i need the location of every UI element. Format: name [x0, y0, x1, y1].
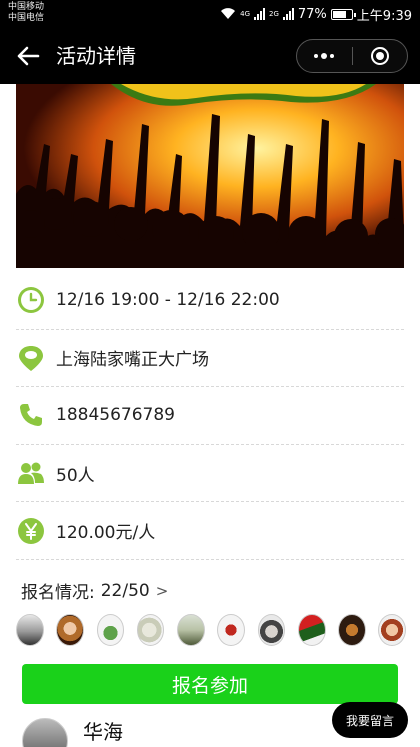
registration-label: 报名情况: [21, 583, 95, 603]
carrier-1: 中国移动 [8, 2, 45, 12]
status-icons: 4G 2G 77% 上午9:39 [220, 5, 412, 24]
commenter-avatar[interactable] [22, 718, 68, 747]
avatar[interactable] [378, 614, 407, 646]
battery-icon [330, 8, 356, 20]
avatar[interactable] [338, 614, 366, 646]
join-event-button[interactable]: 报名参加 [22, 664, 398, 704]
avatar[interactable] [177, 614, 205, 646]
event-price: 120.00元/人 [56, 523, 156, 544]
battery-fill [332, 10, 346, 18]
crowd-silhouette [16, 84, 404, 268]
status-bar: 中国移动 中国电信 4G 2G 77% 上午9:39 [0, 0, 420, 28]
event-time: 12/16 19:00 - 12/16 22:00 [56, 290, 280, 311]
event-location: 上海陆家嘴正大广场 [56, 350, 209, 371]
close-circle-icon [370, 47, 389, 65]
event-location-row[interactable]: 上海陆家嘴正大广场 [16, 330, 404, 388]
close-miniprogram-button[interactable] [353, 40, 408, 72]
event-phone: 18845676789 [56, 405, 175, 426]
commenter-name: 华海 [83, 720, 123, 744]
battery-percent: 77% [297, 6, 327, 22]
avatar[interactable] [56, 614, 84, 646]
carrier-info: 中国移动 中国电信 [8, 2, 44, 24]
signal-icon [254, 8, 265, 20]
event-time-row: 12/16 19:00 - 12/16 22:00 [16, 272, 404, 330]
event-price-row: 120.00元/人 [16, 502, 404, 560]
avatar[interactable] [96, 614, 125, 646]
location-pin-icon [16, 343, 46, 373]
wifi-icon [221, 8, 236, 19]
participant-avatars [16, 614, 407, 646]
avatar[interactable] [16, 614, 44, 646]
network-type-2: 2G [269, 10, 279, 18]
phone-icon [16, 400, 46, 430]
title-bar: 活动详情 [0, 28, 420, 84]
event-details-list: 12/16 19:00 - 12/16 22:00 上海陆家嘴正大广场 1884… [16, 272, 404, 560]
yen-icon [16, 516, 46, 546]
leave-message-button[interactable]: 我要留言 [332, 702, 408, 738]
registration-count: 22/50 [100, 580, 150, 601]
arrow-left-icon [17, 46, 40, 66]
event-people-row: 50人 [16, 445, 404, 503]
carrier-2: 中国电信 [8, 13, 45, 23]
avatar[interactable] [217, 614, 245, 646]
more-dots-icon [314, 53, 335, 59]
miniprogram-capsule [296, 39, 408, 73]
avatar[interactable] [136, 614, 165, 646]
clock: 上午9:39 [356, 8, 412, 24]
chevron-right-icon: > [155, 581, 169, 600]
avatar[interactable] [297, 614, 326, 646]
avatar[interactable] [257, 614, 286, 646]
event-people: 50人 [56, 465, 95, 486]
page-title: 活动详情 [56, 44, 136, 68]
people-icon [16, 458, 46, 488]
signal-icon-2 [282, 8, 294, 20]
network-type-1: 4G [240, 10, 250, 18]
event-banner-image [16, 84, 404, 268]
back-button[interactable] [14, 42, 42, 70]
registration-status[interactable]: 报名情况: 22/50 > [21, 578, 169, 604]
event-phone-row[interactable]: 18845676789 [16, 387, 404, 445]
more-button[interactable] [297, 40, 352, 72]
clock-icon [16, 285, 46, 315]
